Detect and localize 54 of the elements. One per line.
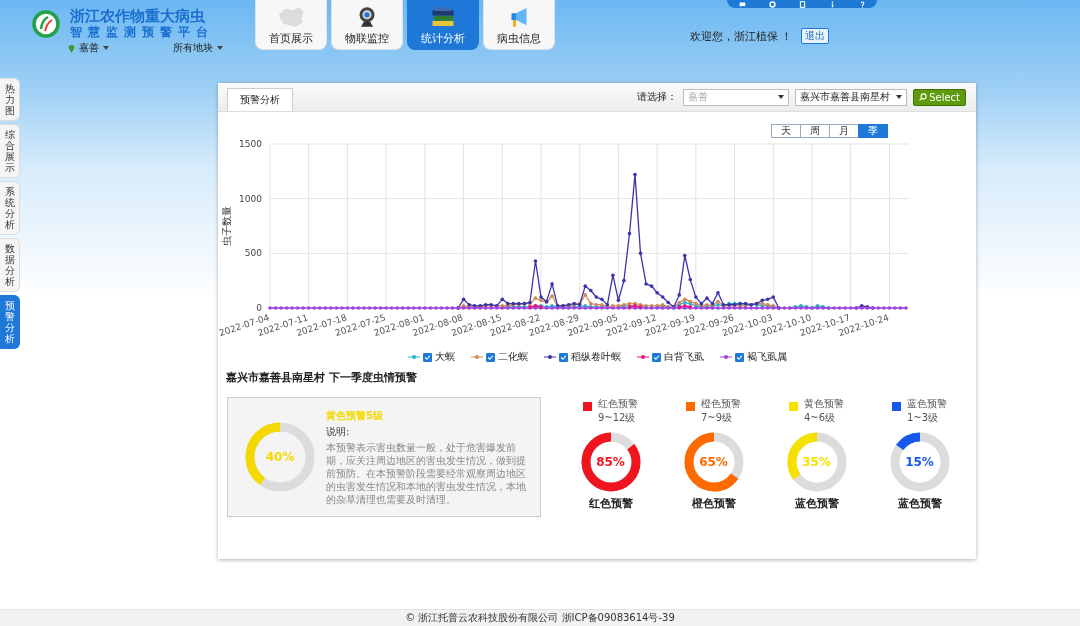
side-tab[interactable]: 热力图 xyxy=(0,78,20,121)
y-tick-label: 1500 xyxy=(239,139,262,149)
side-tab[interactable]: 数据分析 xyxy=(0,238,20,292)
level-name: 蓝色预警 xyxy=(907,397,947,411)
footer-text: © 浙江托普云农科技股份有限公司 浙ICP备09083614号-39 xyxy=(405,611,675,625)
donut-percent: 35% xyxy=(802,455,831,469)
legend-label: 稻纵卷叶螟 xyxy=(570,350,621,364)
donut-percent: 85% xyxy=(596,455,625,469)
period-tab[interactable]: 周 xyxy=(800,124,830,138)
period-tab[interactable]: 天 xyxy=(771,124,801,138)
village-select[interactable]: 嘉兴市嘉善县南星村 xyxy=(795,88,908,106)
donut-percent: 15% xyxy=(905,455,934,469)
period-tab[interactable]: 季 xyxy=(858,124,888,138)
level-caption: 橙色预警 xyxy=(691,496,736,511)
level-caption: 红色预警 xyxy=(588,496,633,511)
level-range: 1~3级 xyxy=(907,411,940,425)
welcome-text: 欢迎您，浙江植保 ！ xyxy=(690,28,793,44)
nav-tab[interactable]: 统计分析 xyxy=(407,0,479,50)
donut-percent: 65% xyxy=(699,455,728,469)
region-dropdown[interactable]: 嘉善 xyxy=(79,41,99,55)
y-tick-label: 500 xyxy=(244,248,262,259)
logout-button[interactable]: 退出 xyxy=(800,28,829,44)
level-name: 红色预警 xyxy=(598,397,638,411)
select-label: 请选择： xyxy=(637,90,678,104)
nav-tab[interactable]: 首页展示 xyxy=(255,0,327,50)
side-tab[interactable]: 综合展示 xyxy=(0,124,20,178)
level-name: 橙色预警 xyxy=(701,397,741,411)
platform-title: 浙江农作物重大病虫 xyxy=(70,8,206,25)
legend-label: 白背飞虱 xyxy=(663,350,704,364)
level-range: 7~9级 xyxy=(701,411,734,425)
y-tick-label: 0 xyxy=(256,303,262,313)
y-tick-label: 1000 xyxy=(239,193,262,204)
legend-label: 二化螟 xyxy=(497,350,528,364)
note-text: 本预警表示害虫数量一般，处于危害爆发前期，应关注周边地区的害虫发生情况，做到提前预防。在本预警阶段需要经常观察周边地区的虫害发生情况和本地的害虫发生情况，本地的杂草清理也需要及时清理。 xyxy=(326,440,527,506)
section-title: 嘉兴市嘉善县南星村 下一季度虫情预警 xyxy=(226,370,417,385)
warning-heading: 黄色预警5级 xyxy=(326,408,384,423)
y-axis-label: 虫子数量 xyxy=(221,206,232,246)
level-range: 9~12级 xyxy=(598,411,637,425)
note-label: 说明: xyxy=(326,424,351,439)
platform-subtitle: 智慧监测预警平台 xyxy=(70,25,214,39)
nav-tab[interactable]: 病虫信息 xyxy=(483,0,555,50)
plot-dropdown[interactable]: 所有地块 xyxy=(173,41,213,55)
nav-tab[interactable]: 物联监控 xyxy=(331,0,403,50)
period-tab[interactable]: 月 xyxy=(829,124,859,138)
level-name: 黄色预警 xyxy=(804,397,844,411)
panel-tab[interactable]: 预警分析 xyxy=(227,88,293,111)
legend-label: 褐飞虱属 xyxy=(746,350,787,364)
donut-percent: 40% xyxy=(265,450,295,464)
level-caption: 蓝色预警 xyxy=(897,496,942,511)
legend-label: 大螟 xyxy=(434,350,455,364)
side-tab[interactable]: 预警分析 xyxy=(0,295,20,349)
side-tab[interactable]: 系统分析 xyxy=(0,181,20,235)
level-range: 4~6级 xyxy=(804,411,837,425)
level-caption: 蓝色预警 xyxy=(794,496,839,511)
